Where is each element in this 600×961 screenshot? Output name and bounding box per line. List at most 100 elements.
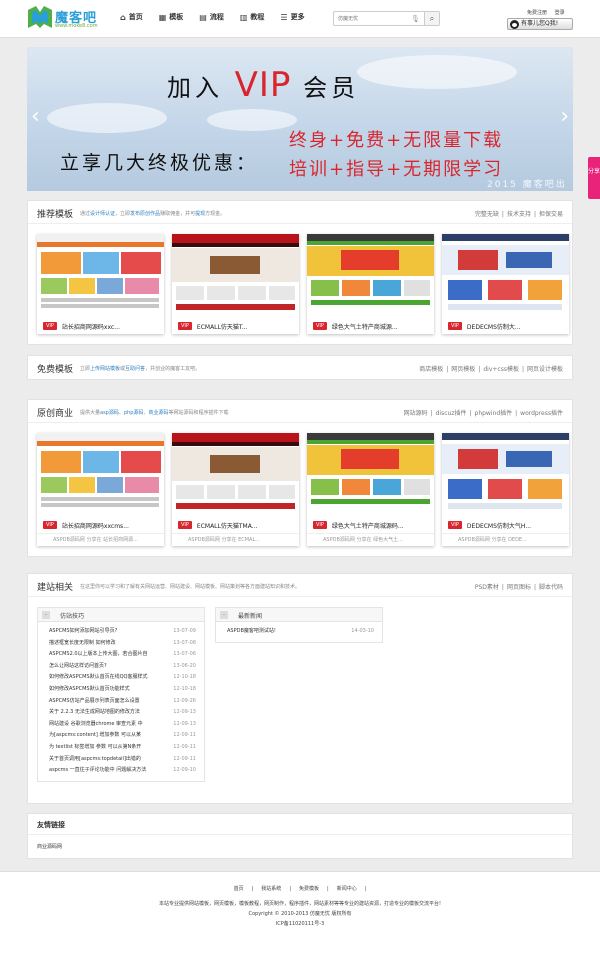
list-item-date: 12-10-18 (173, 674, 196, 681)
grid-icon: ▦ (158, 12, 167, 22)
template-thumbnail[interactable] (172, 433, 299, 517)
template-card[interactable]: VIP ECMALL仿天猫TMA... ASPDB源码网 分享在 ECMAL... (172, 433, 299, 546)
list-item-title: 网站建设 谷歌浏览器chrome 审查元素 中 (49, 720, 143, 727)
list-item[interactable]: ASPCMS2.0以上版本上传大图，若合图片自 13-07-06 (38, 649, 204, 661)
build-title: 建站相关 (37, 583, 74, 593)
list-item-date: 13-07-06 (173, 651, 196, 658)
tips-panel-header: - 仿站技巧 (38, 608, 204, 622)
collapse-icon[interactable]: - (220, 611, 228, 619)
nav-item-1[interactable]: ▦ 模板 (159, 12, 184, 22)
site-header: 魔客吧 www.moke8.com ⌂首页 ▦模板 ▤流程 ▥教程 ☰更多 🎙 ⌕ 免费… (0, 0, 600, 38)
microphone-icon[interactable]: 🎙 (411, 15, 420, 23)
list-item[interactable]: 为[aspcms:content] 增加参数 可以从某 12-09-11 (38, 730, 204, 742)
nav-label: 教程 (250, 13, 265, 21)
vip-badge: VIP (43, 322, 57, 330)
list-item[interactable]: 关于首页调用[aspcms:topdetail]出错的 12-09-11 (38, 754, 204, 766)
banner-benefit-1: 终身+免费+无限量下载 (289, 130, 504, 151)
list-item-title: 描述框宽长度无限制 如何修改 (49, 639, 116, 646)
nav-item-4[interactable]: ☰ 更多 (280, 12, 304, 22)
template-card[interactable]: VIP 绿色大气土特产商城源码... ASPDB源码网 分享在 绿色大气土... (307, 433, 434, 546)
list-item[interactable]: 描述框宽长度无限制 如何修改 13-07-08 (38, 638, 204, 650)
template-thumbnail[interactable] (442, 433, 569, 517)
template-card[interactable]: VIP DEDECMS仿制大... (442, 234, 569, 334)
card-title[interactable]: ECMALL仿天猫TMA... (197, 521, 258, 530)
chart-icon: ▤ (199, 12, 207, 22)
friend-links-title: 友情链接 (37, 821, 65, 829)
list-item-date: 12-10-18 (173, 685, 196, 692)
qq-label: 有事儿您Q我! (521, 20, 559, 27)
search-button[interactable]: ⌕ (424, 12, 439, 25)
list-item[interactable]: ASPCMS仿站产品展示列表页面怎么设置 12-09-26 (38, 696, 204, 708)
vip-badge: VIP (43, 521, 57, 529)
list-item-date: 12-09-26 (173, 697, 196, 704)
free-header: 免费模板 立即上传网站模板或互助问答，并创业的魔客工友吧。 商店模板 | 网页模板 |… (28, 356, 572, 379)
login-link[interactable]: 登录 (555, 10, 565, 16)
template-thumbnail[interactable] (307, 234, 434, 318)
list-item-date: 13-07-08 (173, 639, 196, 646)
main-nav: ⌂ 首页 ▦ 模板 ▤ 流程 ▥ 教程 ☰ 更多 (120, 12, 321, 22)
template-card[interactable]: VIP 站长招商网源码xxc... (37, 234, 164, 334)
register-link[interactable]: 免费注册 (527, 10, 547, 16)
list-item[interactable]: 如何修改ASPCMS默认首页功能样式 12-10-18 (38, 684, 204, 696)
build-desc: 在这里你可以学习和了解有关网站运营、网站建设、网站模板、网站策划等各方面建站知识… (80, 584, 301, 590)
vip-badge: VIP (448, 322, 462, 330)
card-title[interactable]: ECMALL仿天猫T... (197, 322, 248, 331)
banner-prev-arrow-icon[interactable]: ‹ (31, 106, 40, 128)
original-section: 原创商业 提供大量asp源码、php源码、商业源码等网站源码和程序插件下载 网站… (27, 399, 573, 557)
template-thumbnail[interactable] (37, 433, 164, 517)
card-author: ASPDB源码网 分享在 绿色大气土... (307, 533, 434, 546)
banner-next-arrow-icon[interactable]: › (560, 106, 569, 128)
list-item[interactable]: 怎么让网站这样访问首页? 13-06-20 (38, 661, 204, 673)
nav-item-2[interactable]: ▤ 流程 (199, 12, 224, 22)
qq-contact-button[interactable]: 有事儿您Q我! (507, 18, 573, 30)
collapse-icon[interactable]: - (42, 611, 50, 619)
template-card[interactable]: VIP DEDECMS仿制大气H... ASPDB源码网 分享在 DEDE... (442, 433, 569, 546)
card-title[interactable]: 绿色大气土特产商城源... (332, 322, 398, 331)
vip-badge: VIP (178, 322, 192, 330)
card-title[interactable]: 绿色大气土特产商城源码... (332, 521, 404, 530)
list-item[interactable]: 关于 2.2.3 无法生成网站地图的修改方法 12-09-13 (38, 707, 204, 719)
list-item-title: 如何修改ASPCMS默认首页在线QQ客服样式 (49, 674, 148, 681)
news-panel: - 最新新闻 ASPDB魔客吧测试站! 14-03-10 (215, 607, 383, 643)
banner-headline: 加入 VIP 会员 (167, 65, 360, 105)
template-card[interactable]: VIP ECMALL仿天猫T... (172, 234, 299, 334)
search-input[interactable] (338, 14, 403, 24)
list-item-title: 如何修改ASPCMS默认首页功能样式 (49, 685, 130, 692)
list-item-title: 关于首页调用[aspcms:topdetail]出错的 (49, 755, 141, 762)
nav-item-0[interactable]: ⌂ 首页 (120, 12, 143, 22)
card-caption: VIP ECMALL仿天猫T... (172, 318, 299, 334)
template-thumbnail[interactable] (442, 234, 569, 318)
list-item[interactable]: ASPCMS如何添加网站引导页? 13-07-09 (38, 626, 204, 638)
card-title[interactable]: 站长招商网源码xxcms... (62, 521, 129, 530)
list-item[interactable]: 如何修改ASPCMS默认首页在线QQ客服样式 12-10-18 (38, 672, 204, 684)
template-card[interactable]: VIP 站长招商网源码xxcms... ASPDB源码网 分享在 站长招商网源... (37, 433, 164, 546)
list-item[interactable]: 为 textlist 标签增加 参数 可以从第N条开 12-09-11 (38, 742, 204, 754)
list-item-title: 为[aspcms:content] 增加参数 可以从某 (49, 732, 141, 739)
logo-mark-icon (28, 6, 52, 28)
banner-vip-text: VIP (234, 65, 292, 105)
card-title[interactable]: 站长招商网源码xxc... (62, 322, 120, 331)
template-thumbnail[interactable] (37, 234, 164, 318)
list-item-title: 为 textlist 标签增加 参数 可以从第N条开 (49, 743, 142, 750)
template-card[interactable]: VIP 绿色大气土特产商城源... (307, 234, 434, 334)
template-thumbnail[interactable] (307, 433, 434, 517)
card-title[interactable]: DEDECMS仿制大... (467, 322, 521, 331)
list-item-title: ASPCMS2.0以上版本上传大图，若合图片自 (49, 651, 148, 658)
card-author: ASPDB源码网 分享在 DEDE... (442, 533, 569, 546)
site-logo[interactable]: 魔客吧 www.moke8.com (28, 6, 123, 32)
vip-banner[interactable]: 加入 VIP 会员 立享几大终极优惠： 终身+免费+无限量下载 培训+指导+无期… (27, 47, 573, 191)
template-thumbnail[interactable] (172, 234, 299, 318)
list-item-title: 关于 2.2.3 无法生成网站地图的修改方法 (49, 709, 140, 716)
list-item[interactable]: aspcms 一直往子评论功能中 问题解决方法 12-09-10 (38, 765, 204, 777)
list-item[interactable]: 网站建设 谷歌浏览器chrome 审查元素 中 12-09-13 (38, 719, 204, 731)
share-tab[interactable]: 分享 (588, 157, 600, 199)
search-icon: ⌕ (429, 14, 435, 23)
list-item-title: ASPDB魔客吧测试站! (227, 628, 276, 634)
tips-panel: - 仿站技巧 ASPCMS如何添加网站引导页? 13-07-09 描述框宽长度无限制… (37, 607, 205, 782)
card-title[interactable]: DEDECMS仿制大气H... (467, 521, 531, 530)
friend-links-section: 友情链接 商业源码网 (27, 813, 573, 859)
nav-item-3[interactable]: ▥ 教程 (240, 12, 265, 22)
list-item[interactable]: ASPDB魔客吧测试站! 14-03-10 (216, 626, 382, 638)
friend-link[interactable]: 商业源码网 (37, 843, 62, 850)
nav-label: 模板 (169, 13, 184, 21)
